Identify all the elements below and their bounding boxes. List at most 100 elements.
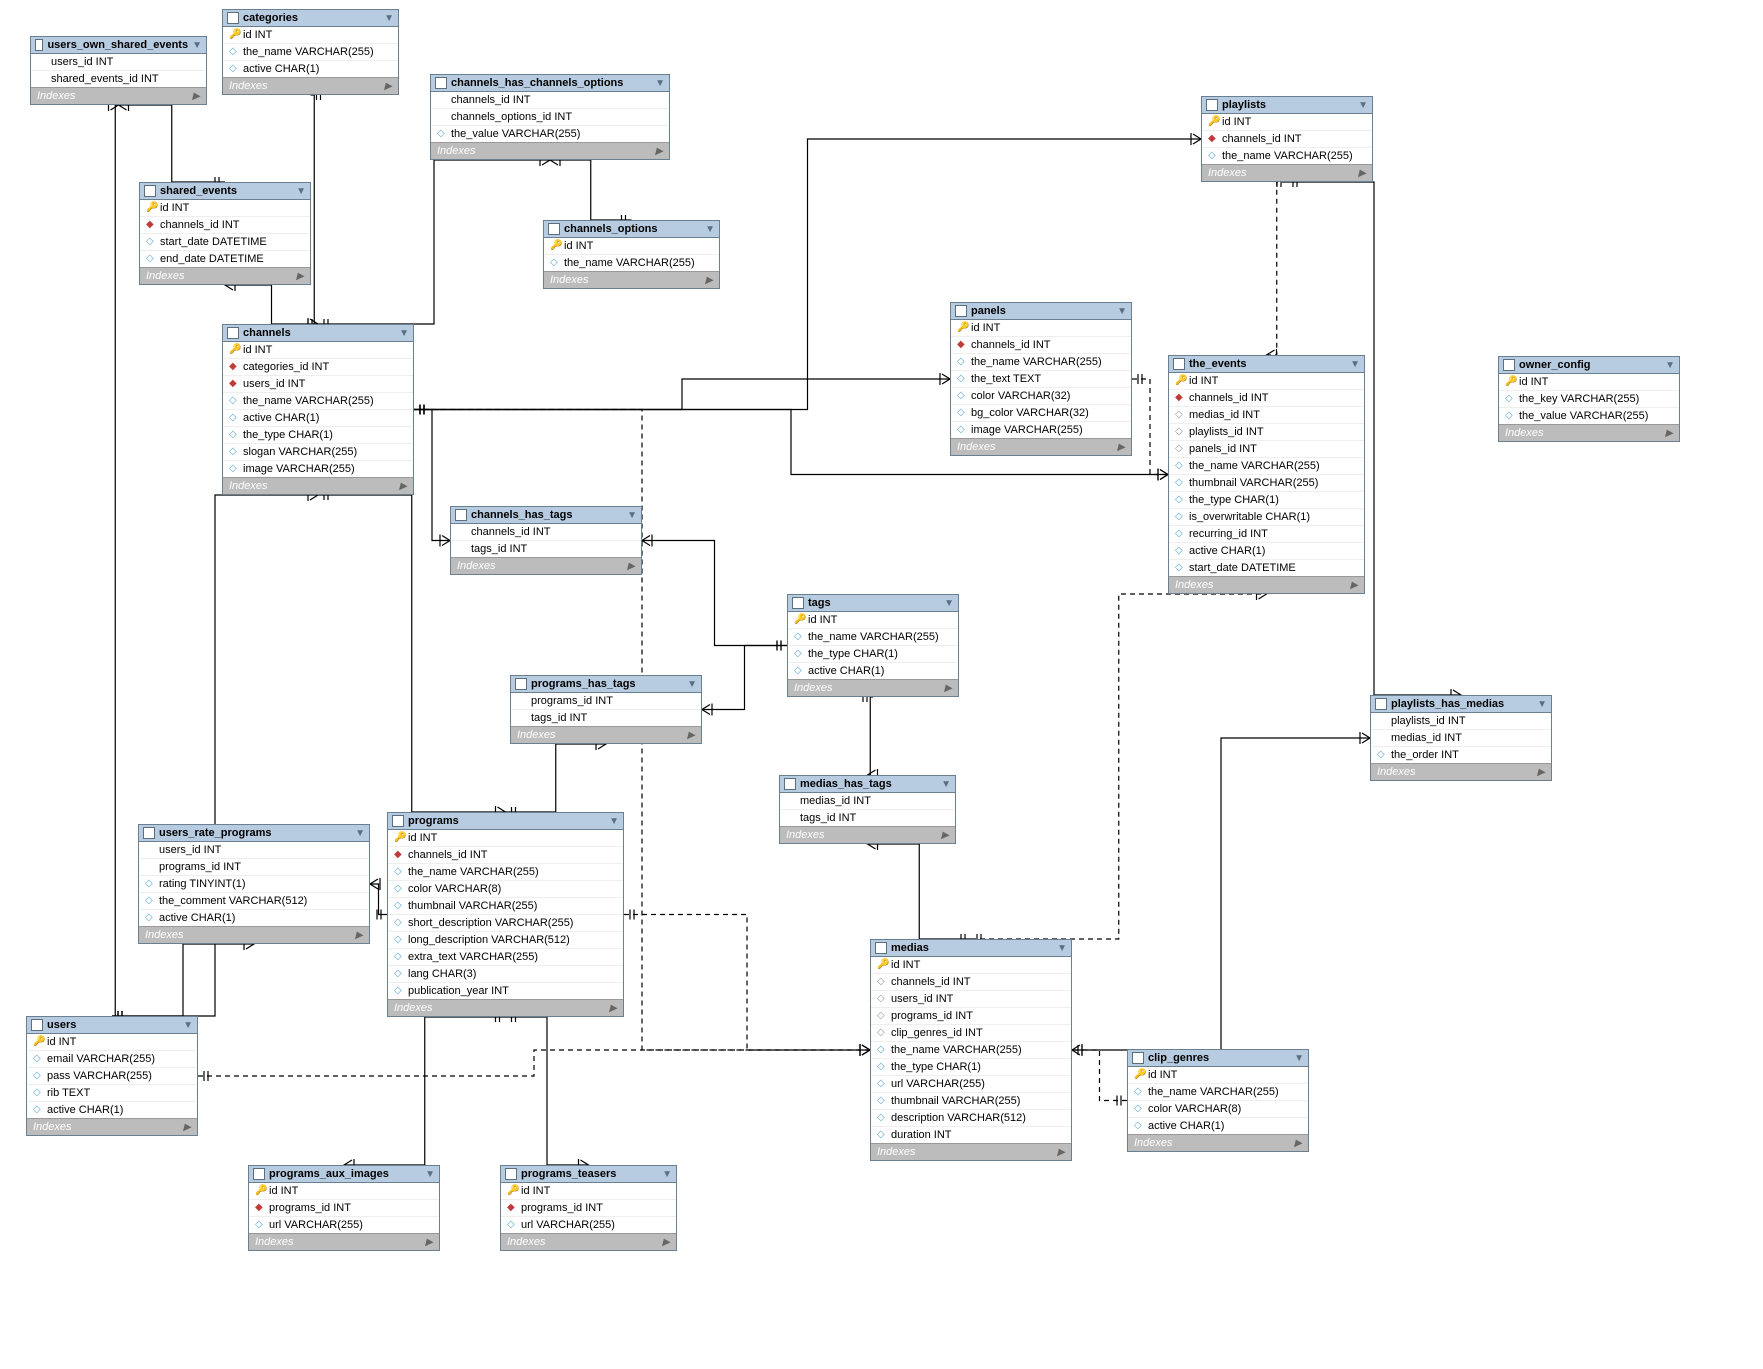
chevron-right-icon[interactable]: ▶ xyxy=(655,146,663,157)
indexes-section[interactable]: Indexes▶ xyxy=(1202,164,1372,181)
table-owner_config[interactable]: owner_config▼🔑id INT◇the_key VARCHAR(255… xyxy=(1498,356,1680,442)
table-channels_has_tags[interactable]: channels_has_tags▼channels_id INTtags_id… xyxy=(450,506,642,575)
indexes-section[interactable]: Indexes▶ xyxy=(871,1143,1071,1160)
column-row[interactable]: ◇the_text TEXT xyxy=(951,370,1131,387)
chevron-right-icon[interactable]: ▶ xyxy=(1358,168,1366,179)
chevron-down-icon[interactable]: ▼ xyxy=(1057,943,1067,954)
column-row[interactable]: tags_id INT xyxy=(511,709,701,726)
chevron-down-icon[interactable]: ▼ xyxy=(662,1169,672,1180)
chevron-down-icon[interactable]: ▼ xyxy=(944,598,954,609)
chevron-right-icon[interactable]: ▶ xyxy=(1294,1138,1302,1149)
table-header[interactable]: panels▼ xyxy=(951,303,1131,320)
chevron-down-icon[interactable]: ▼ xyxy=(1358,100,1368,111)
chevron-down-icon[interactable]: ▼ xyxy=(1665,360,1675,371)
chevron-right-icon[interactable]: ▶ xyxy=(687,730,695,741)
chevron-right-icon[interactable]: ▶ xyxy=(296,271,304,282)
table-shared_events[interactable]: shared_events▼🔑id INT◆channels_id INT◇st… xyxy=(139,182,311,285)
column-row[interactable]: ◆programs_id INT xyxy=(249,1199,439,1216)
indexes-section[interactable]: Indexes▶ xyxy=(501,1233,676,1250)
column-row[interactable]: ◇active CHAR(1) xyxy=(223,60,398,77)
chevron-right-icon[interactable]: ▶ xyxy=(1350,580,1358,591)
chevron-down-icon[interactable]: ▼ xyxy=(425,1169,435,1180)
indexes-section[interactable]: Indexes▶ xyxy=(249,1233,439,1250)
column-row[interactable]: ◇publication_year INT xyxy=(388,982,623,999)
column-row[interactable]: ◇the_key VARCHAR(255) xyxy=(1499,390,1679,407)
column-row[interactable]: ◇active CHAR(1) xyxy=(223,409,413,426)
column-row[interactable]: ◇thumbnail VARCHAR(255) xyxy=(388,897,623,914)
table-tags[interactable]: tags▼🔑id INT◇the_name VARCHAR(255)◇the_t… xyxy=(787,594,959,697)
column-row[interactable]: ◇the_name VARCHAR(255) xyxy=(951,353,1131,370)
column-row[interactable]: ◇rating TINYINT(1) xyxy=(139,875,369,892)
table-header[interactable]: users_rate_programs▼ xyxy=(139,825,369,842)
column-row[interactable]: ◇slogan VARCHAR(255) xyxy=(223,443,413,460)
indexes-section[interactable]: Indexes▶ xyxy=(27,1118,197,1135)
column-row[interactable]: medias_id INT xyxy=(1371,729,1551,746)
column-row[interactable]: ◇image VARCHAR(255) xyxy=(223,460,413,477)
table-the_events[interactable]: the_events▼🔑id INT◆channels_id INT◇media… xyxy=(1168,355,1365,594)
chevron-right-icon[interactable]: ▶ xyxy=(609,1003,617,1014)
column-row[interactable]: 🔑id INT xyxy=(544,238,719,254)
column-row[interactable]: ◇short_description VARCHAR(255) xyxy=(388,914,623,931)
table-medias_has_tags[interactable]: medias_has_tags▼medias_id INTtags_id INT… xyxy=(779,775,956,844)
chevron-right-icon[interactable]: ▶ xyxy=(355,930,363,941)
column-row[interactable]: ◇url VARCHAR(255) xyxy=(871,1075,1071,1092)
chevron-down-icon[interactable]: ▼ xyxy=(1294,1053,1304,1064)
column-row[interactable]: ◆channels_id INT xyxy=(1202,130,1372,147)
table-header[interactable]: the_events▼ xyxy=(1169,356,1364,373)
column-row[interactable]: 🔑id INT xyxy=(27,1034,197,1050)
table-programs_aux_images[interactable]: programs_aux_images▼🔑id INT◆programs_id … xyxy=(248,1165,440,1251)
column-row[interactable]: ◇email VARCHAR(255) xyxy=(27,1050,197,1067)
chevron-down-icon[interactable]: ▼ xyxy=(941,779,951,790)
chevron-down-icon[interactable]: ▼ xyxy=(355,828,365,839)
table-header[interactable]: channels_has_channels_options▼ xyxy=(431,75,669,92)
column-row[interactable]: ◇recurring_id INT xyxy=(1169,525,1364,542)
column-row[interactable]: ◇the_name VARCHAR(255) xyxy=(1128,1083,1308,1100)
column-row[interactable]: medias_id INT xyxy=(780,793,955,809)
chevron-down-icon[interactable]: ▼ xyxy=(192,40,202,51)
column-row[interactable]: ◇rib TEXT xyxy=(27,1084,197,1101)
column-row[interactable]: ◇the_order INT xyxy=(1371,746,1551,763)
table-header[interactable]: categories▼ xyxy=(223,10,398,27)
column-row[interactable]: ◆channels_id INT xyxy=(951,336,1131,353)
table-header[interactable]: channels▼ xyxy=(223,325,413,342)
table-programs_teasers[interactable]: programs_teasers▼🔑id INT◆programs_id INT… xyxy=(500,1165,677,1251)
column-row[interactable]: ◇the_name VARCHAR(255) xyxy=(1169,457,1364,474)
indexes-section[interactable]: Indexes▶ xyxy=(223,477,413,494)
table-users_rate_programs[interactable]: users_rate_programs▼users_id INTprograms… xyxy=(138,824,370,944)
chevron-right-icon[interactable]: ▶ xyxy=(399,481,407,492)
column-row[interactable]: users_id INT xyxy=(31,54,206,70)
column-row[interactable]: ◇the_name VARCHAR(255) xyxy=(788,628,958,645)
table-header[interactable]: channels_has_tags▼ xyxy=(451,507,641,524)
column-row[interactable]: ◇lang CHAR(3) xyxy=(388,965,623,982)
column-row[interactable]: ◆channels_id INT xyxy=(1169,389,1364,406)
table-header[interactable]: channels_options▼ xyxy=(544,221,719,238)
table-header[interactable]: programs_teasers▼ xyxy=(501,1166,676,1183)
column-row[interactable]: tags_id INT xyxy=(780,809,955,826)
table-clip_genres[interactable]: clip_genres▼🔑id INT◇the_name VARCHAR(255… xyxy=(1127,1049,1309,1152)
table-header[interactable]: programs_has_tags▼ xyxy=(511,676,701,693)
indexes-section[interactable]: Indexes▶ xyxy=(788,679,958,696)
column-row[interactable]: ◇thumbnail VARCHAR(255) xyxy=(871,1092,1071,1109)
column-row[interactable]: channels_options_id INT xyxy=(431,108,669,125)
column-row[interactable]: ◇pass VARCHAR(255) xyxy=(27,1067,197,1084)
chevron-right-icon[interactable]: ▶ xyxy=(662,1237,670,1248)
chevron-right-icon[interactable]: ▶ xyxy=(384,81,392,92)
table-header[interactable]: medias_has_tags▼ xyxy=(780,776,955,793)
column-row[interactable]: ◇color VARCHAR(8) xyxy=(1128,1100,1308,1117)
column-row[interactable]: ◇url VARCHAR(255) xyxy=(249,1216,439,1233)
column-row[interactable]: 🔑id INT xyxy=(951,320,1131,336)
column-row[interactable]: channels_id INT xyxy=(451,524,641,540)
column-row[interactable]: 🔑id INT xyxy=(1169,373,1364,389)
column-row[interactable]: 🔑id INT xyxy=(1128,1067,1308,1083)
column-row[interactable]: ◇the_name VARCHAR(255) xyxy=(388,863,623,880)
chevron-down-icon[interactable]: ▼ xyxy=(655,78,665,89)
column-row[interactable]: ◇url VARCHAR(255) xyxy=(501,1216,676,1233)
table-header[interactable]: playlists_has_medias▼ xyxy=(1371,696,1551,713)
table-channels_has_channels_options[interactable]: channels_has_channels_options▼channels_i… xyxy=(430,74,670,160)
column-row[interactable]: ◇programs_id INT xyxy=(871,1007,1071,1024)
indexes-section[interactable]: Indexes▶ xyxy=(1169,576,1364,593)
chevron-right-icon[interactable]: ▶ xyxy=(425,1237,433,1248)
chevron-down-icon[interactable]: ▼ xyxy=(1117,306,1127,317)
column-row[interactable]: ◇image VARCHAR(255) xyxy=(951,421,1131,438)
column-row[interactable]: shared_events_id INT xyxy=(31,70,206,87)
